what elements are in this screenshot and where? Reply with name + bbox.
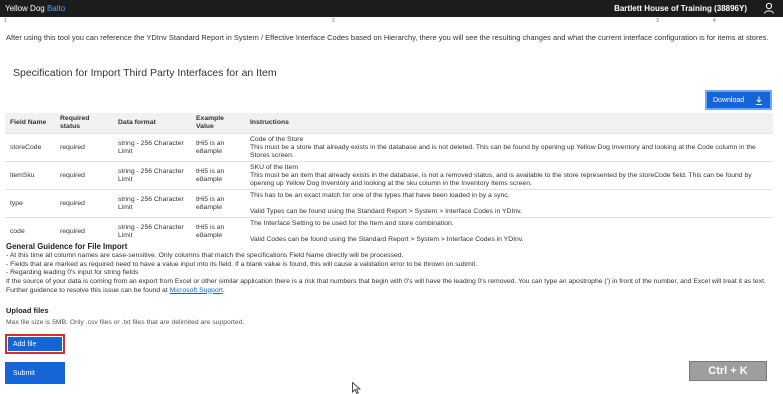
table-header-row: Field Name Required status Data format E… [5, 113, 773, 134]
cell-required: required [55, 161, 113, 190]
guidance-line: - Regarding leading 0's input for string… [6, 269, 139, 277]
stepper: 1 2 3 4 [4, 18, 716, 23]
guidance-title: General Guidence for File Import [6, 242, 128, 251]
add-file-label: Add file [13, 340, 37, 348]
submit-button[interactable]: Submit [5, 362, 65, 384]
table-row: itemSku required string - 256 Character … [5, 161, 773, 190]
cell-required: required [55, 133, 113, 162]
download-label: Download [713, 96, 745, 104]
header-data-format: Data format [113, 113, 191, 134]
header-field-name: Field Name [5, 113, 55, 134]
cell-format: string - 256 Character Limit [113, 133, 191, 162]
user-icon[interactable] [763, 2, 775, 14]
table-row: storeCode required string - 256 Characte… [5, 133, 773, 162]
submit-label: Submit [13, 369, 35, 377]
cell-instructions: This has to be an exact match for one of… [245, 189, 773, 218]
cell-required: required [55, 217, 113, 245]
cell-instructions: SKU of the Item This must be an item tha… [245, 161, 773, 190]
cell-field: storeCode [5, 133, 55, 162]
guidance-line: - At this time all column names are case… [6, 252, 404, 259]
cell-example: tHi5 is an e8ample [191, 189, 245, 218]
cell-example: tHi5 is an e8ample [191, 133, 245, 162]
cell-instructions: Code of the Store This must be a store t… [245, 133, 773, 162]
cell-field: type [5, 189, 55, 218]
guidance-line: If the source of your data is coming fro… [6, 278, 766, 294]
add-file-button[interactable]: Add file [5, 334, 65, 354]
spec-title: Specification for Import Third Party Int… [13, 67, 277, 79]
step-2: 2 [332, 18, 335, 23]
step-4: 4 [713, 18, 716, 23]
download-icon [755, 96, 763, 105]
cell-field: itemSku [5, 161, 55, 190]
table-row: type required string - 256 Character Lim… [5, 189, 773, 218]
cell-format: string - 256 Character Limit [113, 189, 191, 218]
cell-format: string - 256 Character Limit [113, 161, 191, 190]
cell-field: code [5, 217, 55, 245]
guidance-text: - At this time all column names are case… [6, 252, 776, 296]
cell-example: tHi5 is an e8ample [191, 161, 245, 190]
top-bar: Yellow Dog Balto Bartlett House of Train… [0, 0, 783, 17]
table-row: code required string - 256 Character Lim… [5, 217, 773, 245]
cell-required: required [55, 189, 113, 218]
organization-name[interactable]: Bartlett House of Training (38896Y) [614, 4, 747, 13]
header-required-status: Required status [55, 113, 113, 134]
header-instructions: Instructions [245, 113, 773, 134]
mouse-cursor-icon [352, 382, 361, 394]
microsoft-support-link[interactable]: Microsoft Support [170, 287, 223, 294]
guidance-line: - Fields that are marked as required nee… [6, 260, 478, 268]
upload-hint: Max file size is 5MB. Only .csv files or… [6, 319, 245, 326]
brand-logo[interactable]: Yellow Dog Balto [5, 4, 65, 13]
brand-accent: Balto [46, 4, 66, 13]
brand-name: Yellow Dog [5, 4, 45, 13]
cell-instructions: The Interface Setting to be used for the… [245, 217, 773, 245]
guidance-paragraph: If the source of your data is coming fro… [6, 278, 776, 295]
cell-format: string - 256 Character Limit [113, 217, 191, 245]
upload-title: Upload files [6, 306, 49, 315]
step-3: 3 [656, 18, 659, 23]
specification-table: Field Name Required status Data format E… [5, 113, 773, 245]
guidance-line-end: . [222, 286, 225, 294]
keyboard-shortcut-badge: Ctrl + K [689, 361, 767, 381]
step-1: 1 [4, 18, 7, 23]
cell-example: tHi5 is an e8ample [191, 217, 245, 245]
intro-text: After using this tool you can reference … [6, 33, 769, 42]
download-button[interactable]: Download [705, 90, 772, 110]
header-example-value: Example Value [191, 113, 245, 134]
